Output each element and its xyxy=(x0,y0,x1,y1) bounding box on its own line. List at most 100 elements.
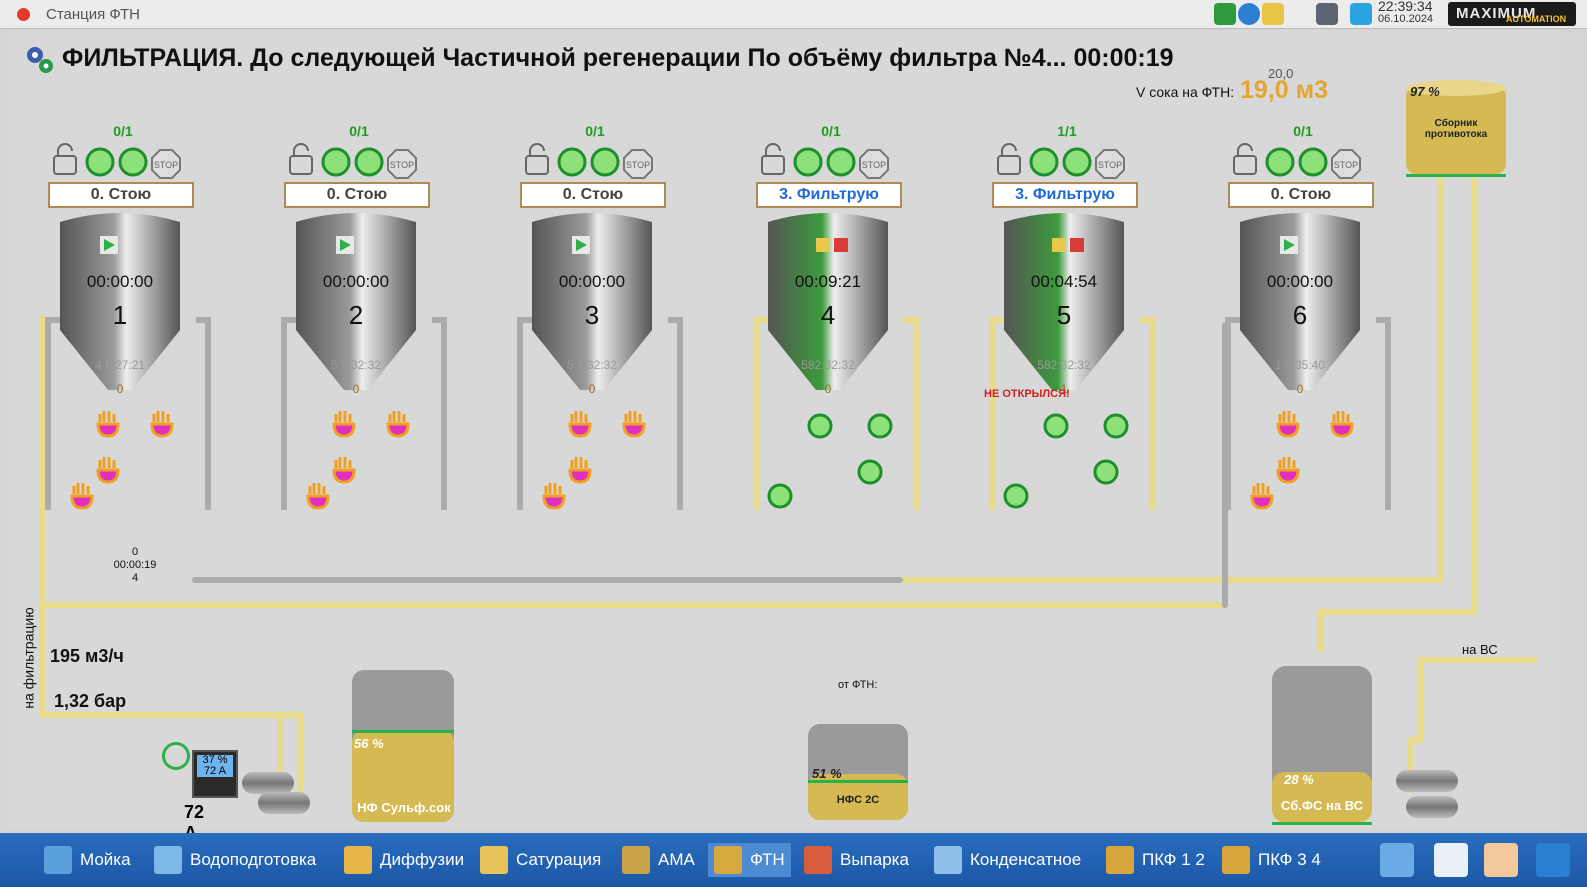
filter-timer: 00:04:54 xyxy=(1030,272,1098,291)
taskbar-item-6[interactable]: ФТН xyxy=(708,843,791,877)
taskbar-item-label: Конденсатное xyxy=(970,850,1082,869)
taskbar-item-1[interactable]: Мойка xyxy=(38,843,137,877)
taskbar-app-icon xyxy=(622,846,650,874)
filter-status[interactable]: 0. Стою xyxy=(1228,182,1374,208)
pump-auto-icon[interactable] xyxy=(162,742,190,770)
sbfs-pump-2[interactable] xyxy=(1406,796,1458,818)
valve-manual-hand-icon[interactable] xyxy=(304,480,332,510)
filter-status[interactable]: 3. Фильтрую xyxy=(756,182,902,208)
backflow-tank[interactable]: 97 % Сборник противотока xyxy=(1404,78,1508,178)
valve-auto-icon[interactable] xyxy=(866,412,894,442)
svg-text:STOP: STOP xyxy=(390,160,414,170)
taskbar-item-label: Диффузии xyxy=(380,850,465,869)
filter-number: 3 xyxy=(584,300,600,330)
taskbar-trend-icon[interactable] xyxy=(1434,843,1468,877)
filter-status[interactable]: 3. Фильтрую xyxy=(992,182,1138,208)
valve-manual-hand-icon[interactable] xyxy=(1274,454,1302,484)
valve-auto-icon[interactable] xyxy=(806,412,834,442)
valve-manual-hand-icon[interactable] xyxy=(1248,480,1276,510)
filter-status[interactable]: 0. Стою xyxy=(284,182,430,208)
svg-text:STOP: STOP xyxy=(626,160,650,170)
sbfs-pump-1[interactable] xyxy=(1396,770,1458,792)
valve-manual-hand-icon[interactable] xyxy=(330,454,358,484)
taskbar-item-8[interactable]: Конденсатное xyxy=(928,843,1087,877)
sbfs-tank[interactable]: 28 % Сб.ФС на ВС xyxy=(1270,660,1374,828)
filter-runtime: 1 2:35:40 xyxy=(1274,358,1326,372)
filter-ratio: 0/1 xyxy=(585,123,605,139)
pump-meter[interactable]: 37 % 72 A xyxy=(192,750,238,798)
valve-auto-icon[interactable] xyxy=(1102,412,1130,442)
filter-number: 5 xyxy=(1056,300,1072,330)
filter-runtime: 582:32:32 xyxy=(801,358,855,372)
sbfs-pct: 28 % xyxy=(1284,772,1314,787)
svg-text:STOP: STOP xyxy=(1098,160,1122,170)
settings-gear-icon[interactable] xyxy=(24,44,56,81)
filter-counter: 0 xyxy=(352,382,360,396)
valve-auto-icon[interactable] xyxy=(1002,482,1030,512)
taskbar-item-9[interactable]: ПКФ 1 2 xyxy=(1100,843,1211,877)
taskbar-item-10[interactable]: ПКФ 3 4 xyxy=(1216,843,1327,877)
taskbar-item-2[interactable]: Водоподготовка xyxy=(148,843,322,877)
from-ftn-label: от ФТН: xyxy=(838,679,878,691)
valve-manual-hand-icon[interactable] xyxy=(94,454,122,484)
filter-runtime: 4 5:27:21 xyxy=(94,358,146,372)
filter-ratio: 1/1 xyxy=(1057,123,1077,139)
pump-2[interactable] xyxy=(258,792,310,814)
regen-info: 0 00:00:19 4 xyxy=(113,546,157,584)
taskbar: Мойка Водоподготовка Диффузии Сатурация АМА Ф… xyxy=(0,833,1587,887)
valve-manual-hand-icon[interactable] xyxy=(148,408,176,438)
valve-auto-icon[interactable] xyxy=(1092,458,1120,488)
taskbar-app-icon xyxy=(480,846,508,874)
filter-controls: STOP xyxy=(48,142,238,180)
valve-manual-hand-icon[interactable] xyxy=(1274,408,1302,438)
filter-status[interactable]: 0. Стою xyxy=(520,182,666,208)
taskbar-item-5[interactable]: АМА xyxy=(616,843,701,877)
nfs2c-label: НФС 2С xyxy=(836,794,880,806)
nfs2c-tank[interactable]: 51 % НФС 2С xyxy=(806,718,910,824)
filter-controls: STOP xyxy=(756,142,946,180)
valve-manual-hand-icon[interactable] xyxy=(620,408,648,438)
valve-manual-hand-icon[interactable] xyxy=(68,480,96,510)
filter-number: 6 xyxy=(1292,300,1308,330)
filter-controls: STOP xyxy=(284,142,474,180)
taskbar-item-label: Выпарка xyxy=(840,850,909,869)
valve-auto-icon[interactable] xyxy=(856,458,884,488)
valve-auto-icon[interactable] xyxy=(1042,412,1070,442)
filter-timer: 00:00:00 xyxy=(86,272,154,291)
taskbar-app-icon xyxy=(154,846,182,874)
filter-6: 0/1 STOP 0. Стою 00:00:00 6 1 2:35:40 0 xyxy=(1225,120,1448,510)
filter-1: 0/1 STOP 0. Стою 00:00:00 1 4 5:27:21 0 xyxy=(45,120,268,510)
filter-number: 1 xyxy=(112,300,128,330)
taskbar-app-icon xyxy=(714,846,742,874)
taskbar-user-icon[interactable] xyxy=(1484,843,1518,877)
svg-text:STOP: STOP xyxy=(862,160,886,170)
filter-timer: 00:00:00 xyxy=(322,272,390,291)
filter-4: 0/1 STOP 3. Фильтрую 00:09:21 4 582:32:3… xyxy=(753,120,976,512)
taskbar-item-label: ПКФ 3 4 xyxy=(1258,850,1321,869)
taskbar-touch-icon[interactable] xyxy=(1536,843,1570,877)
filter-ratio: 0/1 xyxy=(113,123,133,139)
taskbar-item-label: АМА xyxy=(658,850,695,869)
filter-runtime: 5 2:32:32 xyxy=(566,358,618,372)
pump-1[interactable] xyxy=(242,772,294,794)
svg-text:STOP: STOP xyxy=(1334,160,1358,170)
taskbar-item-3[interactable]: Диффузии xyxy=(338,843,470,877)
valve-manual-hand-icon[interactable] xyxy=(94,408,122,438)
valve-auto-icon[interactable] xyxy=(766,482,794,512)
valve-manual-hand-icon[interactable] xyxy=(540,480,568,510)
taskbar-app-icon xyxy=(344,846,372,874)
taskbar-item-7[interactable]: Выпарка xyxy=(798,843,915,877)
taskbar-app-icon xyxy=(804,846,832,874)
valve-manual-hand-icon[interactable] xyxy=(330,408,358,438)
taskbar-settings-icon[interactable] xyxy=(1380,843,1414,877)
taskbar-app-icon xyxy=(1222,846,1250,874)
taskbar-item-label: Водоподготовка xyxy=(190,850,317,869)
filter-status[interactable]: 0. Стою xyxy=(48,182,194,208)
nf-sulf-tank[interactable]: 56 % НФ Сульф.сок xyxy=(350,662,456,828)
volume-label: V сока на ФТН: xyxy=(1136,84,1235,100)
valve-manual-hand-icon[interactable] xyxy=(1328,408,1356,438)
valve-manual-hand-icon[interactable] xyxy=(384,408,412,438)
taskbar-item-4[interactable]: Сатурация xyxy=(474,843,607,877)
valve-manual-hand-icon[interactable] xyxy=(566,408,594,438)
valve-manual-hand-icon[interactable] xyxy=(566,454,594,484)
